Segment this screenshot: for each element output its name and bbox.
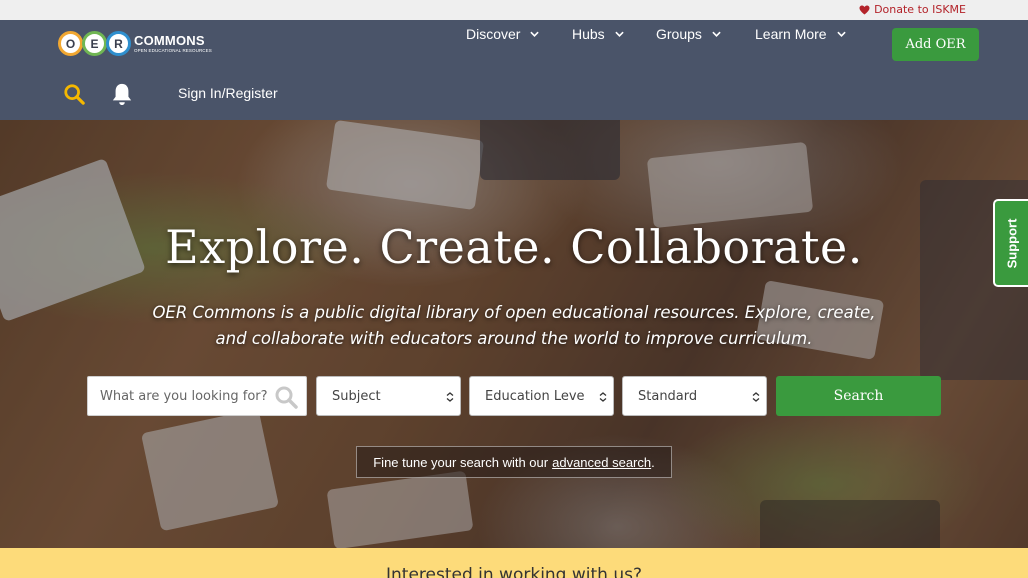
- nav-learn-more[interactable]: Learn More: [755, 26, 846, 42]
- heart-icon: [859, 4, 870, 15]
- hero-section: Explore. Create. Collaborate. OER Common…: [0, 120, 1028, 548]
- search-icon[interactable]: [63, 83, 85, 105]
- logo-letter-e: E: [82, 31, 107, 56]
- chevron-down-icon: [615, 31, 624, 37]
- site-header: O E R COMMONS OPEN EDUCATIONAL RESOURCES…: [0, 20, 1028, 120]
- work-with-us-heading: Interested in working with us?: [385, 565, 643, 578]
- subject-select[interactable]: Subject: [316, 376, 461, 416]
- search-input[interactable]: [88, 377, 278, 415]
- nav-groups-label: Groups: [656, 26, 702, 42]
- add-oer-button[interactable]: Add OER: [892, 28, 979, 61]
- support-label: Support: [1004, 218, 1020, 268]
- education-level-select-value: Education Leve: [485, 388, 585, 404]
- hero-subtitle: OER Commons is a public digital library …: [152, 303, 876, 348]
- signin-register-link[interactable]: Sign In/Register: [178, 85, 278, 101]
- chevron-down-icon: [530, 31, 540, 37]
- finetune-suffix: .: [651, 454, 655, 470]
- nav-groups[interactable]: Groups: [656, 26, 721, 42]
- finetune-text: Fine tune your search with our: [373, 454, 549, 470]
- search-icon[interactable]: [274, 385, 298, 409]
- logo-word: COMMONS: [134, 32, 205, 48]
- utility-bar: Donate to ISKME: [0, 0, 1028, 20]
- support-tab[interactable]: Support: [993, 199, 1028, 287]
- nav-hubs-label: Hubs: [572, 26, 605, 42]
- logo-subtitle: OPEN EDUCATIONAL RESOURCES: [134, 47, 212, 53]
- logo-letter-o: O: [58, 31, 83, 56]
- standard-select[interactable]: Standard: [622, 376, 767, 416]
- work-with-us-banner: Interested in working with us?: [0, 548, 1028, 578]
- subject-select-value: Subject: [332, 388, 381, 404]
- nav-discover[interactable]: Discover: [466, 26, 540, 42]
- search-box[interactable]: [87, 376, 307, 416]
- logo-letter-r: R: [106, 31, 131, 56]
- chevron-down-icon: [836, 31, 846, 37]
- education-level-select[interactable]: Education Leve: [469, 376, 614, 416]
- oer-commons-logo[interactable]: O E R COMMONS OPEN EDUCATIONAL RESOURCES: [58, 31, 212, 56]
- advanced-search-link[interactable]: advanced search: [552, 455, 651, 470]
- advanced-search-hint: Fine tune your search with our advanced …: [356, 446, 672, 478]
- search-button[interactable]: Search: [776, 376, 941, 416]
- select-caret-icon: [752, 392, 760, 402]
- nav-learn-more-label: Learn More: [755, 26, 827, 42]
- bell-icon[interactable]: [111, 82, 133, 106]
- select-caret-icon: [446, 392, 454, 402]
- hero-title: Explore. Create. Collaborate.: [165, 220, 863, 274]
- logo-text: COMMONS OPEN EDUCATIONAL RESOURCES: [134, 34, 212, 54]
- donate-link[interactable]: Donate to ISKME: [859, 3, 966, 16]
- donate-label: Donate to ISKME: [874, 3, 966, 16]
- nav-discover-label: Discover: [466, 26, 521, 42]
- chevron-down-icon: [712, 31, 721, 37]
- standard-select-value: Standard: [638, 388, 698, 404]
- nav-hubs[interactable]: Hubs: [572, 26, 624, 42]
- select-caret-icon: [599, 392, 607, 402]
